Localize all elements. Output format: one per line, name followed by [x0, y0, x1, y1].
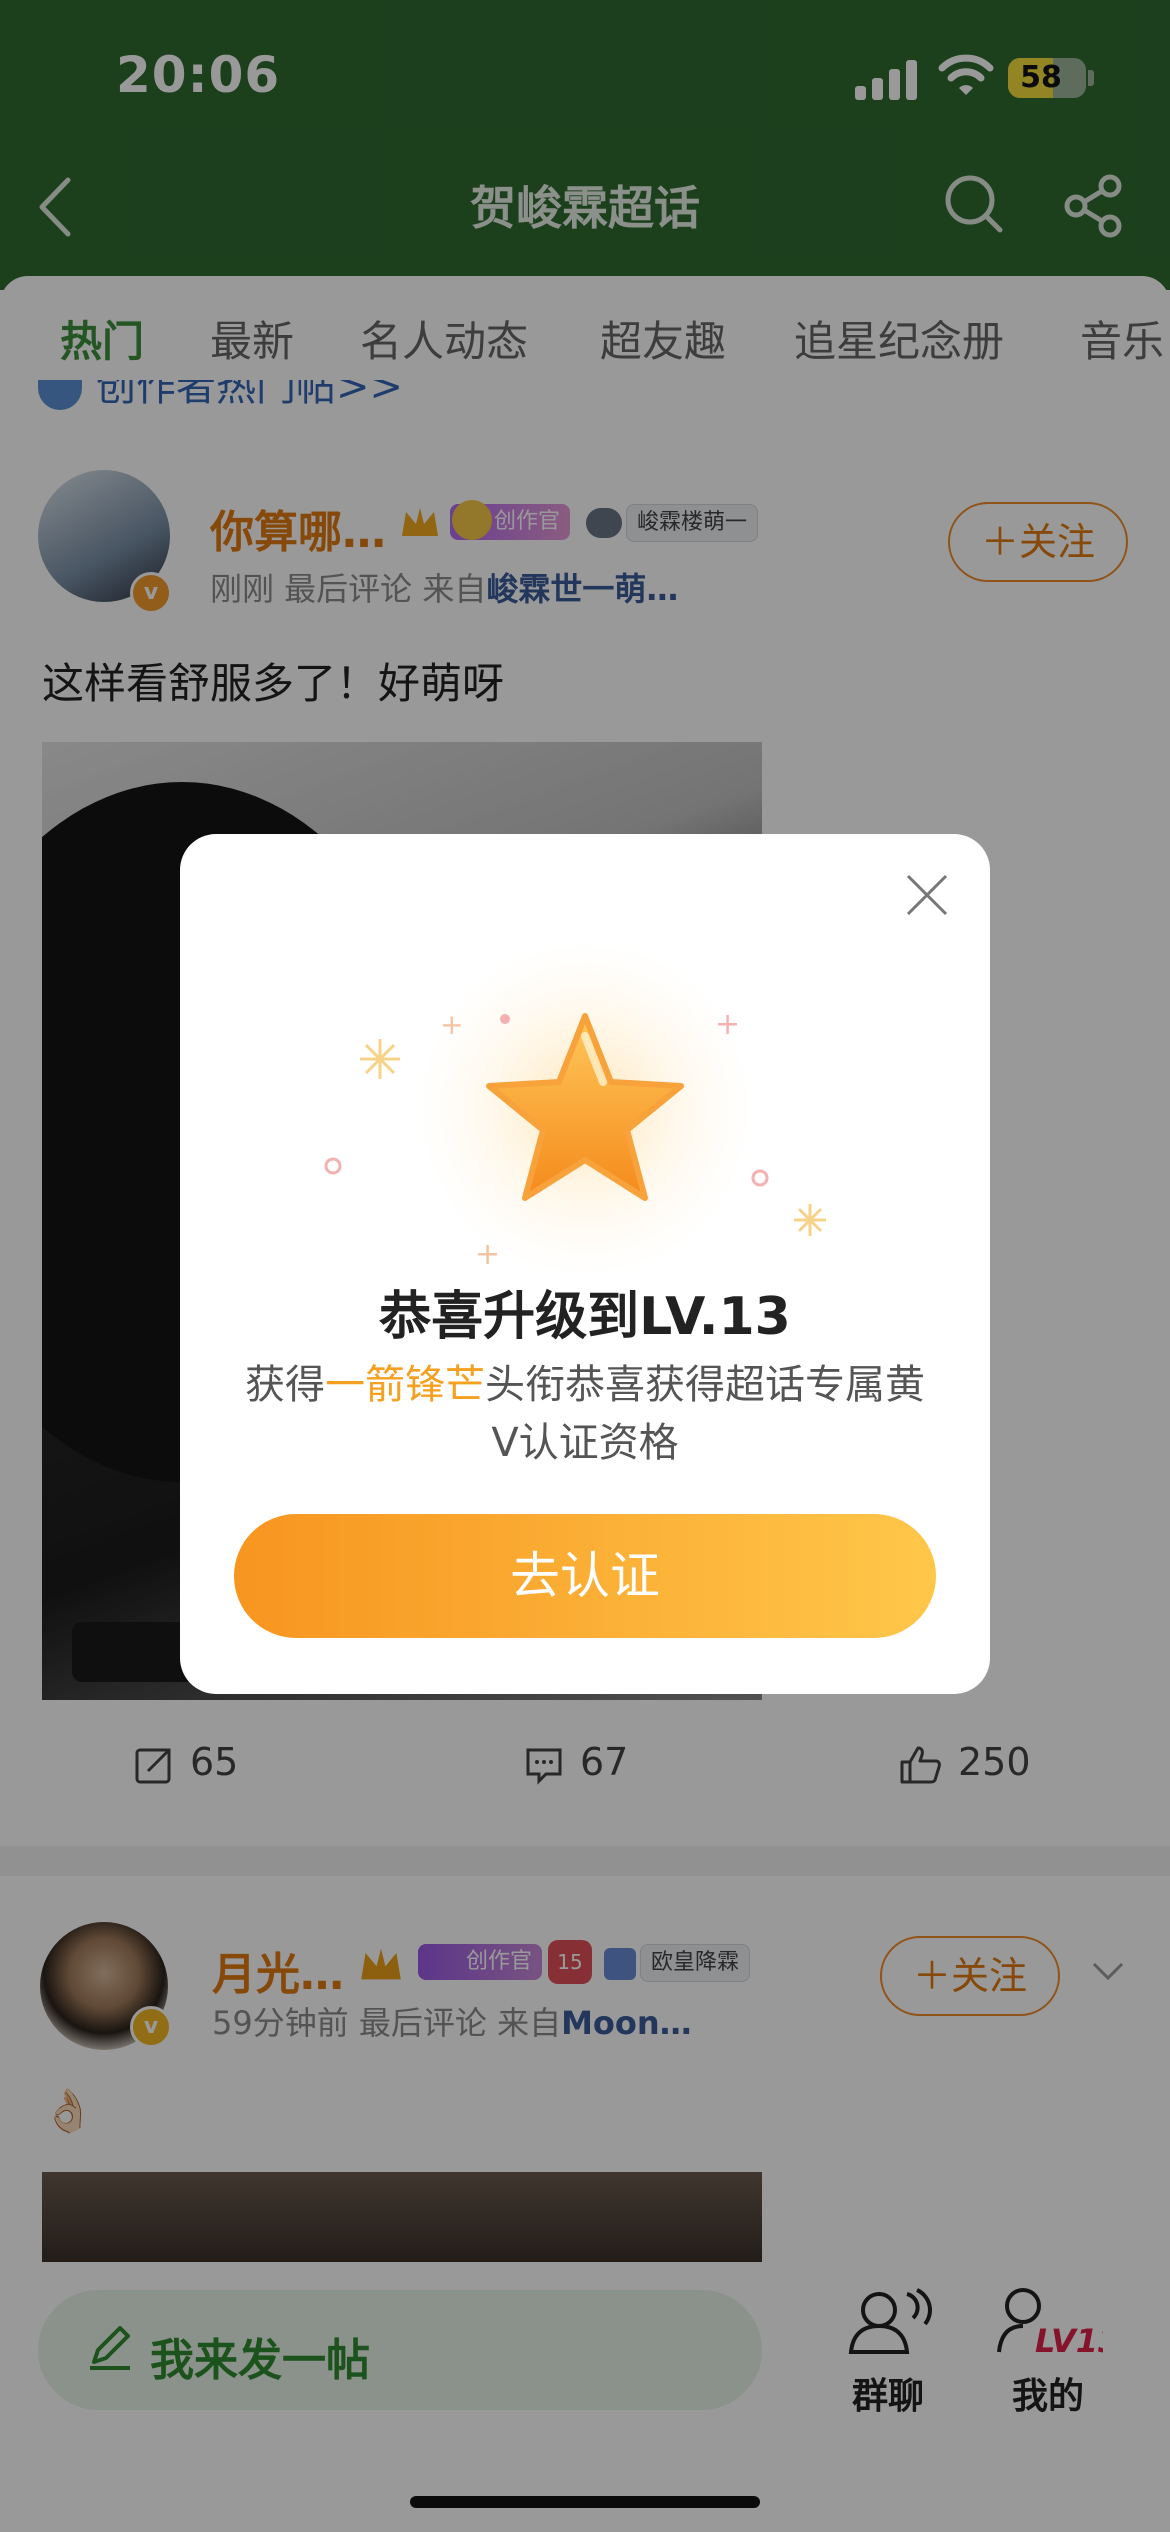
app-screen: 20:06 58 贺峻霖超话 热门 最新 名人动态 超友趣 追星纪念册 音乐 创…	[0, 0, 1170, 2532]
close-icon[interactable]	[892, 860, 962, 930]
dialog-description: 获得一箭锋芒头衔恭喜获得超话专属黄V认证资格	[240, 1356, 930, 1472]
svg-text:+: +	[715, 1007, 740, 1042]
svg-text:+: +	[475, 1237, 500, 1272]
modal-overlay[interactable]: + + + 恭喜升级到LV.13 获得一箭锋芒头衔恭喜获得超话专属黄V认证资格 …	[0, 0, 1170, 2532]
desc-prefix: 获得	[245, 1362, 325, 1408]
dialog-title: 恭喜升级到LV.13	[379, 1287, 791, 1347]
title-highlight: 一箭锋芒	[325, 1362, 485, 1408]
level-up-dialog: + + + 恭喜升级到LV.13 获得一箭锋芒头衔恭喜获得超话专属黄V认证资格 …	[180, 834, 990, 1694]
svg-text:+: +	[440, 1008, 463, 1041]
desc-suffix: 头衔恭喜获得超话专属黄V认证资格	[485, 1362, 925, 1466]
star-icon: + + +	[324, 944, 826, 1274]
verify-button[interactable]: 去认证	[234, 1514, 936, 1638]
